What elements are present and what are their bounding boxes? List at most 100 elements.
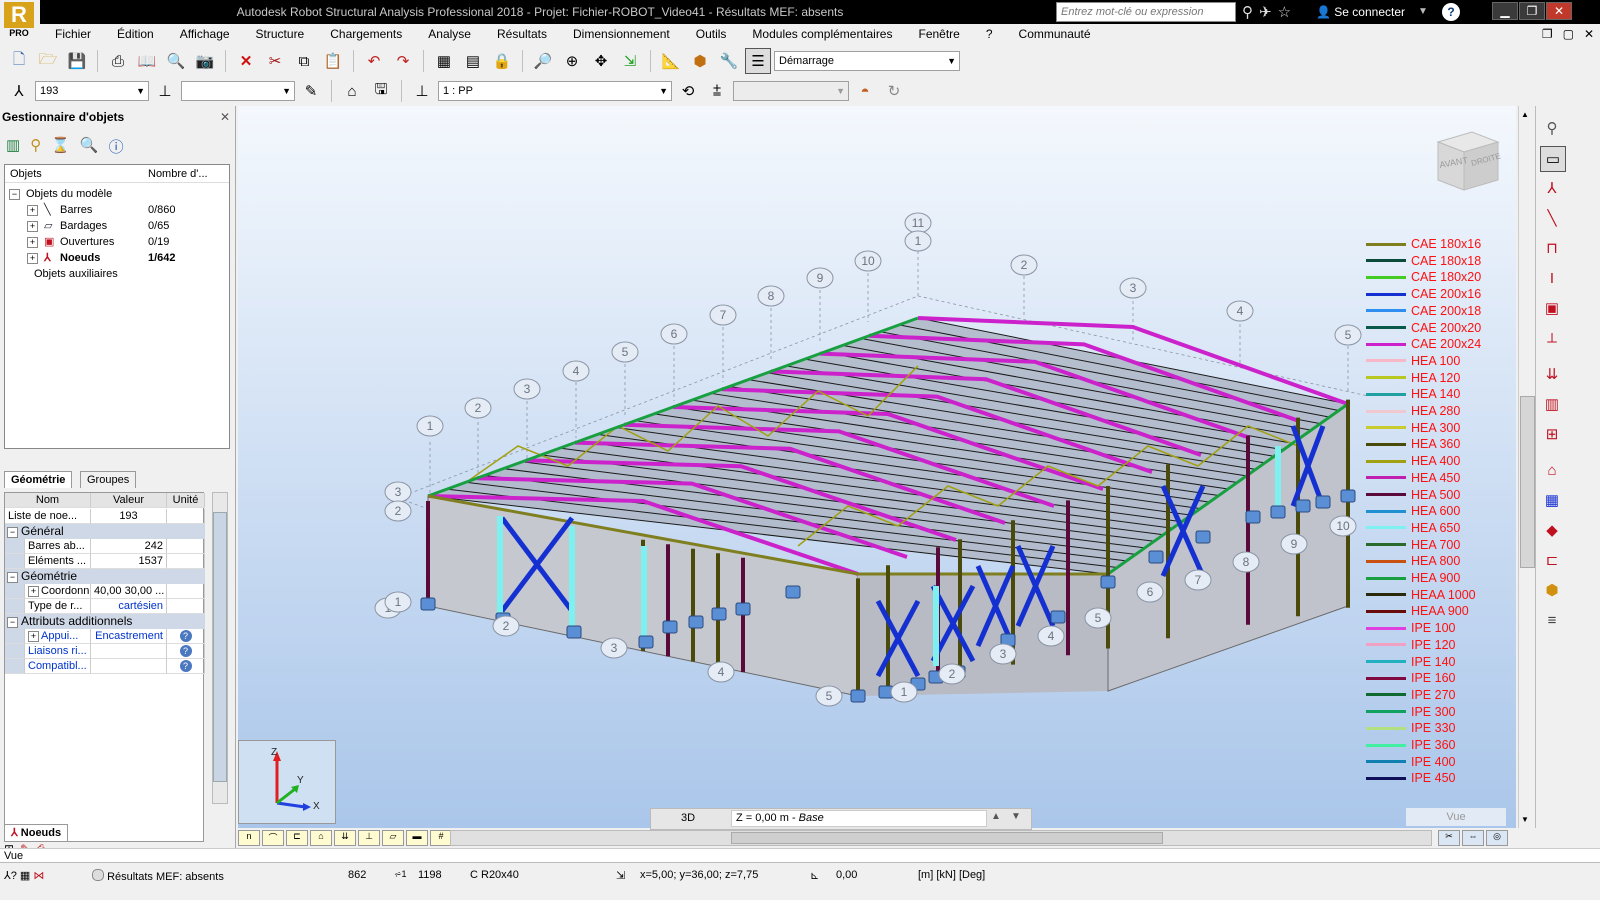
- collapse-icon[interactable]: −: [9, 188, 20, 200]
- home-view-icon[interactable]: ⌂: [339, 78, 365, 104]
- loads-icon[interactable]: ⇊: [1540, 362, 1564, 386]
- zoom-icon[interactable]: 🔎: [530, 48, 556, 74]
- restore-doc-icon[interactable]: ❐: [1542, 27, 1553, 41]
- help-icon[interactable]: ⓘ: [109, 136, 124, 157]
- property-value[interactable]: cartésien: [91, 599, 167, 614]
- menu-item-edition[interactable]: Édition: [102, 27, 165, 41]
- property-row[interactable]: Compatibl... ?: [5, 659, 205, 674]
- load-display-icon[interactable]: ⟲: [675, 78, 701, 104]
- collapse-icon[interactable]: −: [7, 617, 18, 628]
- scroll-down-icon[interactable]: ▼: [1521, 815, 1529, 824]
- layout-icon[interactable]: ☰: [745, 48, 771, 74]
- satellite-icon[interactable]: ✈: [1259, 3, 1272, 21]
- tab-geometrie[interactable]: Géométrie: [4, 471, 73, 488]
- viewport-vertical-scrollbar[interactable]: ▲ ▼: [1518, 106, 1535, 828]
- property-row[interactable]: Liaisons ri... ?: [5, 644, 205, 659]
- property-value[interactable]: 193: [91, 509, 167, 524]
- binoculars-icon[interactable]: ⚲: [1242, 3, 1253, 21]
- search-input[interactable]: Entrez mot-clé ou expression: [1056, 2, 1236, 22]
- materials-icon[interactable]: ▣: [1540, 296, 1564, 320]
- new-file-icon[interactable]: 🗋: [6, 48, 32, 74]
- signin-button[interactable]: 👤 Se connecter: [1316, 2, 1405, 22]
- tables-icon[interactable]: ▤: [460, 48, 486, 74]
- table-view-icon[interactable]: ▭: [1540, 146, 1566, 172]
- nodes-icon[interactable]: ⅄: [1540, 176, 1564, 200]
- maximize-doc-icon[interactable]: ▢: [1563, 27, 1574, 41]
- paste-icon[interactable]: 📋: [320, 48, 346, 74]
- sections-toggle[interactable]: ⊏: [286, 830, 308, 846]
- mode-select[interactable]: ▼: [733, 81, 849, 101]
- close-icon[interactable]: ✕: [220, 110, 230, 124]
- cladding-icon[interactable]: ▥: [1540, 392, 1564, 416]
- close-window-button[interactable]: ✕: [1546, 2, 1572, 20]
- hourglass-icon[interactable]: ⌛: [51, 136, 70, 157]
- menu-item-structure[interactable]: Structure: [241, 27, 316, 41]
- help-icon[interactable]: ?: [179, 660, 192, 672]
- fill-toggle[interactable]: ▬: [406, 830, 428, 846]
- star-icon[interactable]: ☆: [1278, 3, 1291, 21]
- property-row[interactable]: Type de r... cartésien: [5, 599, 205, 614]
- property-row[interactable]: Liste de noe... 193: [5, 509, 205, 524]
- expand-icon[interactable]: +: [27, 236, 38, 248]
- print-icon[interactable]: ⎙: [105, 48, 131, 74]
- save-view-icon[interactable]: 🖫: [368, 78, 394, 104]
- load-table-icon[interactable]: ⊞: [1540, 422, 1564, 446]
- section-general[interactable]: − Général: [5, 524, 205, 539]
- help-button[interactable]: ?: [1442, 3, 1460, 21]
- property-value[interactable]: 242: [91, 539, 167, 554]
- node-numbers-toggle[interactable]: n: [238, 830, 260, 846]
- chevron-down-icon[interactable]: ▼: [1418, 2, 1428, 22]
- menu-item-communaute[interactable]: Communauté: [1004, 27, 1102, 41]
- expand-icon[interactable]: +: [28, 586, 39, 597]
- expand-icon[interactable]: +: [27, 252, 38, 264]
- view-option-icon[interactable]: ✂: [1438, 830, 1460, 846]
- menu-item-fenetre[interactable]: Fenêtre: [903, 27, 970, 41]
- property-row[interactable]: + Appui... Encastrement ?: [5, 629, 205, 644]
- expand-icon[interactable]: +: [28, 631, 39, 642]
- open-file-icon[interactable]: 🗁: [35, 48, 61, 74]
- sections-icon[interactable]: I: [1540, 266, 1564, 290]
- view-cube-svg[interactable]: AVANT DROITE: [1428, 128, 1502, 198]
- menu-item-help[interactable]: ?: [971, 27, 1004, 41]
- panels-toggle[interactable]: ▱: [382, 830, 404, 846]
- minimize-button[interactable]: ▁: [1492, 2, 1518, 20]
- property-value[interactable]: [91, 659, 167, 674]
- calculator-icon[interactable]: ▦: [431, 48, 457, 74]
- menu-item-dimensionnement[interactable]: Dimensionnement: [558, 27, 681, 41]
- property-value[interactable]: 1537: [91, 554, 167, 569]
- view-option-icon[interactable]: ⇔: [1462, 830, 1484, 846]
- menu-item-modules[interactable]: Modules complémentaires: [737, 27, 903, 41]
- tab-groupes[interactable]: Groupes: [80, 471, 137, 488]
- load-combination-icon[interactable]: ⩲: [704, 78, 730, 104]
- load-case-select[interactable]: 1 : PP ▼: [438, 81, 672, 101]
- supports-icon[interactable]: ⊓: [1540, 236, 1564, 260]
- camera-icon[interactable]: 📷: [192, 48, 218, 74]
- property-unit[interactable]: ?: [167, 659, 205, 674]
- view-option-icon[interactable]: ◎: [1486, 830, 1508, 846]
- units-display[interactable]: [m] [kN] [Deg]: [918, 869, 985, 881]
- level-up-icon[interactable]: ▲: [991, 811, 1001, 822]
- frame-icon[interactable]: ⌂: [1540, 458, 1564, 482]
- view-cube[interactable]: AVANT DROITE: [1428, 128, 1502, 198]
- display-icon[interactable]: ✎: [298, 78, 324, 104]
- solid-icon[interactable]: ⬢: [1540, 578, 1564, 602]
- dimension-icon[interactable]: 📐: [658, 48, 684, 74]
- bar-numbers-toggle[interactable]: ⌒: [262, 830, 284, 846]
- structure-viewport[interactable]: 1234567891011123453211234512345678910: [238, 106, 1516, 828]
- layers-icon[interactable]: ≡: [1540, 608, 1564, 632]
- property-unit[interactable]: ?: [167, 644, 205, 659]
- property-unit[interactable]: ?: [167, 629, 205, 644]
- numbers-toggle[interactable]: #: [430, 830, 452, 846]
- menu-item-analyse[interactable]: Analyse: [413, 27, 482, 41]
- tree-root[interactable]: − Objets du modèle: [9, 186, 112, 202]
- redo-icon[interactable]: ↷: [390, 48, 416, 74]
- book-icon[interactable]: 📖: [134, 48, 160, 74]
- copy-icon[interactable]: ⧉: [291, 48, 317, 74]
- properties-scroll-thumb[interactable]: [213, 512, 227, 782]
- maximize-button[interactable]: ❐: [1519, 2, 1545, 20]
- menu-item-chargements[interactable]: Chargements: [315, 27, 413, 41]
- viewport-scroll-thumb[interactable]: [1520, 396, 1535, 568]
- save-icon[interactable]: 💾: [64, 48, 90, 74]
- search-icon[interactable]: 🔍: [80, 136, 99, 157]
- load-case-icon[interactable]: ⊥: [409, 78, 435, 104]
